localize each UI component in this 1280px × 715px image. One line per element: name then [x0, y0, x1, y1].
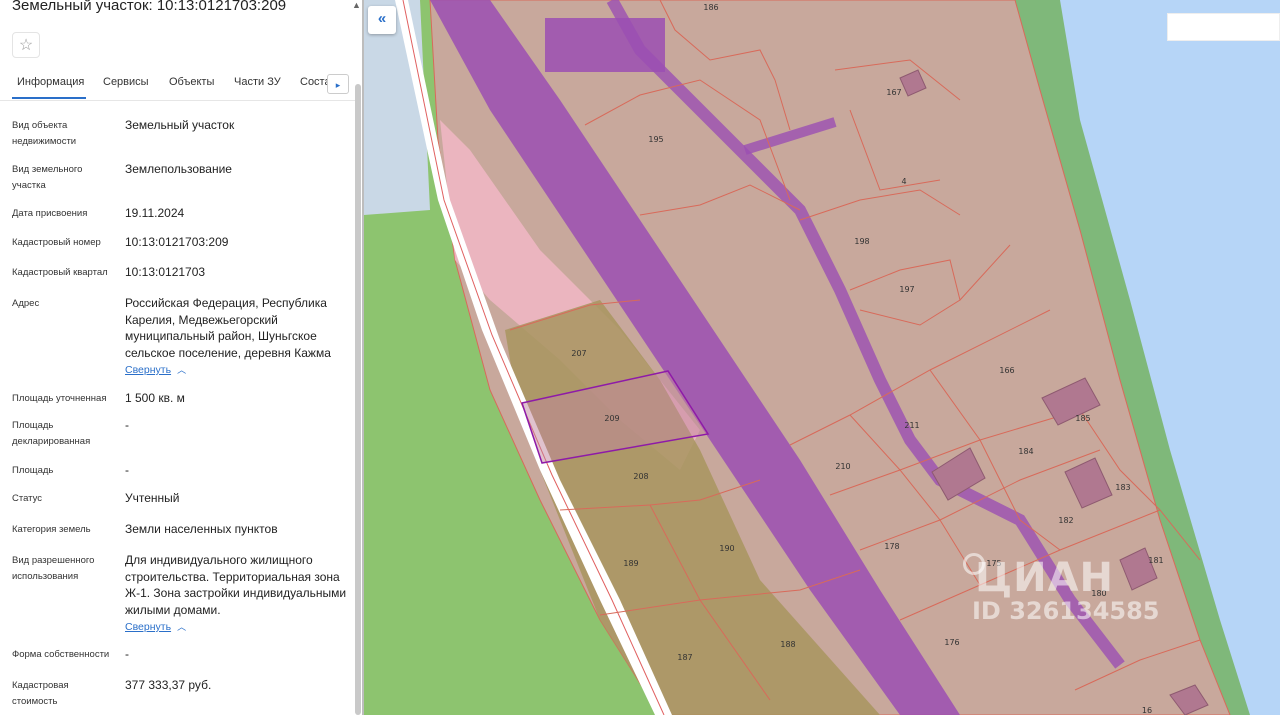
status-value: Учтенный	[125, 491, 180, 505]
plot-number-4[interactable]: 4	[901, 177, 906, 186]
permitted-use-collapse-label: Свернуть	[125, 621, 172, 633]
tab-bar: Информация Сервисы Объекты Части ЗУ Сост…	[0, 68, 355, 101]
plot-number-185[interactable]: 185	[1075, 414, 1090, 423]
ownership-label: Форма собственности	[12, 649, 110, 660]
land-category-value: Земли населенных пунктов	[125, 522, 278, 536]
plot-number-176[interactable]: 176	[944, 638, 959, 647]
plot-number-183[interactable]: 183	[1115, 483, 1130, 492]
permitted-use-value: Для индивидуального жилищного строительс…	[125, 553, 347, 617]
area-label: Площадь	[12, 465, 54, 476]
favorite-star-button[interactable]: ☆	[12, 32, 40, 58]
plot-number-16[interactable]: 16	[1142, 706, 1152, 715]
watermark-id: ID 326134585	[972, 597, 1160, 625]
area-declared-value: -	[125, 418, 129, 432]
tab-plot-parts[interactable]: Части ЗУ	[234, 76, 281, 88]
permitted-use-collapse-link[interactable]: Свернуть ︿	[125, 620, 186, 633]
plot-number-209[interactable]: 209	[604, 414, 619, 423]
cadastral-number-label: Кадастровый номер	[12, 237, 101, 248]
land-type-value: Землепользование	[125, 162, 232, 176]
tab-services[interactable]: Сервисы	[103, 76, 149, 88]
plot-number-198[interactable]: 198	[854, 237, 869, 246]
address-value: Российская Федерация, Республика Карелия…	[125, 296, 331, 360]
area-refined-label: Площадь уточненная	[12, 393, 107, 404]
plot-number-178[interactable]: 178	[884, 542, 899, 551]
area-value: -	[125, 463, 129, 477]
plot-number-187[interactable]: 187	[677, 653, 692, 662]
plot-number-188[interactable]: 188	[780, 640, 795, 649]
plot-number-190[interactable]: 190	[719, 544, 734, 553]
location-pin-icon	[963, 553, 985, 575]
plot-number-167[interactable]: 167	[886, 88, 901, 97]
plot-number-210[interactable]: 210	[835, 462, 850, 471]
object-type-label: Вид объекта недвижимости	[12, 120, 77, 147]
chevron-up-icon: ︿	[177, 365, 187, 375]
watermark-brand: ЦИАН	[975, 555, 1115, 601]
area-declared-label: Площадь декларированная	[12, 420, 91, 447]
cadastral-quarter-label: Кадастровый квартал	[12, 267, 108, 278]
permitted-use-label: Вид разрешенного использования	[12, 555, 95, 582]
land-category-label: Категория земель	[12, 524, 91, 535]
chevron-up-icon: ︿	[177, 622, 187, 632]
assign-date-label: Дата присвоения	[12, 208, 88, 219]
plot-number-197[interactable]: 197	[899, 285, 914, 294]
cadastral-cost-value: 377 333,37 руб.	[125, 678, 212, 692]
plot-number-166[interactable]: 166	[999, 366, 1014, 375]
status-label: Статус	[12, 493, 43, 504]
plot-number-189[interactable]: 189	[623, 559, 638, 568]
scroll-up-arrow-icon[interactable]: ▲	[352, 0, 361, 10]
tab-information[interactable]: Информация	[17, 76, 84, 88]
plot-number-207[interactable]: 207	[571, 349, 586, 358]
tabs-scroll-right-button[interactable]: ▸	[327, 74, 349, 94]
page-title: Земельный участок: 10:13:0121703:209	[12, 0, 287, 14]
ownership-value: -	[125, 647, 129, 661]
plot-number-211[interactable]: 211	[904, 421, 919, 430]
cian-watermark: ЦИАН ID 326134585	[935, 553, 1160, 625]
area-refined-value: 1 500 кв. м	[125, 391, 185, 405]
cadastral-quarter-value: 10:13:0121703	[125, 265, 206, 279]
tab-composition[interactable]: Соста	[300, 76, 331, 88]
address-collapse-label: Свернуть	[125, 364, 172, 376]
map-search-box[interactable]	[1167, 13, 1280, 41]
info-panel: Земельный участок: 10:13:0121703:209 ▲ ☆…	[0, 0, 363, 715]
assign-date-value: 19.11.2024	[125, 206, 185, 220]
tab-objects[interactable]: Объекты	[169, 76, 214, 88]
land-type-label: Вид земельного участка	[12, 164, 83, 191]
cadastral-number-value: 10:13:0121703:209	[125, 235, 229, 249]
plot-number-195[interactable]: 195	[648, 135, 663, 144]
address-label: Адрес	[12, 298, 40, 309]
active-tab-indicator	[12, 97, 86, 99]
address-collapse-link[interactable]: Свернуть ︿	[125, 363, 186, 376]
plot-number-184[interactable]: 184	[1018, 447, 1033, 456]
plot-number-186[interactable]: 186	[703, 3, 718, 12]
plot-number-208[interactable]: 208	[633, 472, 648, 481]
plot-number-182[interactable]: 182	[1058, 516, 1073, 525]
panel-scrollbar[interactable]	[355, 84, 361, 715]
object-type-value: Земельный участок	[125, 118, 235, 132]
cadastral-cost-label: Кадастровая стоимость	[12, 680, 69, 707]
collapse-panel-button[interactable]: «	[368, 6, 396, 34]
